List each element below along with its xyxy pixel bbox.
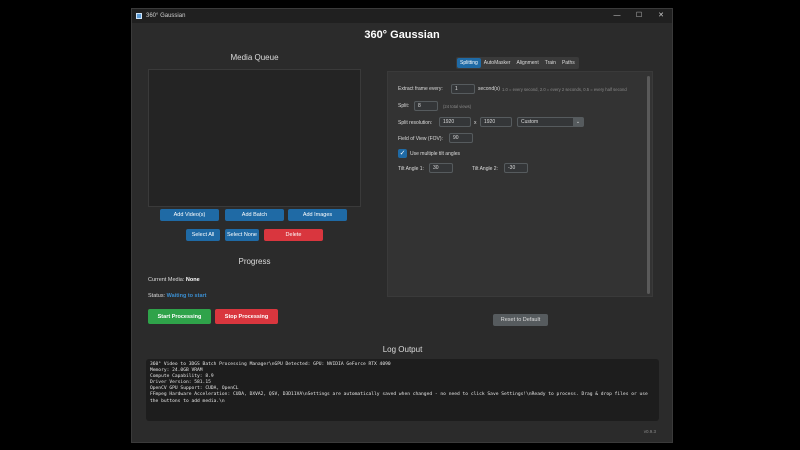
select-all-button[interactable]: Select All (186, 229, 220, 241)
tab-train[interactable]: Train (542, 58, 559, 68)
split-resolution-label: Split resolution: (398, 120, 433, 126)
fov-input[interactable]: 90 (449, 133, 473, 143)
log-output-title: Log Output (382, 345, 423, 354)
delete-button[interactable]: Delete (264, 229, 323, 241)
settings-scrollbar[interactable] (647, 76, 650, 294)
checkmark-icon: ✓ (399, 150, 406, 157)
app-window: 360° Gaussian — ☐ ✕ 360° Gaussian Media … (131, 8, 673, 443)
stop-processing-button[interactable]: Stop Processing (215, 309, 278, 324)
split-hint: (24 total views) (443, 104, 472, 109)
tab-paths[interactable]: Paths (559, 58, 578, 68)
fov-label: Field of View (FOV): (398, 136, 443, 142)
tilt-angle-1-label: Tilt Angle 1: (398, 166, 424, 172)
add-videos-button[interactable]: Add Video(s) (160, 209, 219, 221)
current-media-row: Current Media: None (148, 277, 200, 283)
version-label: v0.9.3 (643, 429, 656, 434)
title-bar: 360° Gaussian — ☐ ✕ (132, 9, 672, 23)
current-media-value: None (185, 277, 200, 283)
multi-tilt-checkbox[interactable]: ✓ (398, 149, 407, 158)
status-value: Waiting to start (166, 293, 207, 299)
window-controls: — ☐ ✕ (606, 9, 672, 23)
app-icon (136, 13, 142, 19)
tab-alignment[interactable]: Alignment (513, 58, 541, 68)
resolution-x-label: x (474, 120, 477, 126)
extract-frame-label: Extract frame every: (398, 86, 443, 92)
minimize-icon[interactable]: — (606, 9, 628, 23)
add-batch-button[interactable]: Add Batch (225, 209, 284, 221)
progress-title: Progress (238, 257, 271, 266)
tab-automasker[interactable]: AutoMasker (481, 58, 514, 68)
start-processing-button[interactable]: Start Processing (148, 309, 211, 324)
select-none-button[interactable]: Select None (225, 229, 259, 241)
log-output-box[interactable]: 360° Video to 3DGS Batch Processing Mana… (146, 359, 659, 421)
resolution-preset-select[interactable]: Custom ⌄ (517, 117, 584, 127)
tilt-angle-2-input[interactable]: -30 (504, 163, 528, 173)
current-media-label: Current Media: (148, 277, 185, 283)
add-images-button[interactable]: Add Images (288, 209, 347, 221)
tilt-angle-2-label: Tilt Angle 2: (472, 166, 498, 172)
settings-tabs: Splitting AutoMasker Alignment Train Pat… (456, 57, 579, 69)
resolution-preset-value: Custom (521, 119, 539, 125)
resolution-width-input[interactable]: 1920 (439, 117, 471, 127)
chevron-down-icon: ⌄ (573, 118, 583, 126)
resolution-height-input[interactable]: 1920 (480, 117, 512, 127)
split-input[interactable]: 8 (414, 101, 438, 111)
split-label: Split: (398, 103, 410, 109)
reset-to-default-button[interactable]: Reset to Default (493, 314, 548, 326)
app-heading: 360° Gaussian (364, 29, 440, 41)
tab-splitting[interactable]: Splitting (457, 58, 481, 68)
extract-frame-unit: second(s) (478, 86, 500, 92)
extract-frame-hint: 1.0 = every second, 2.0 = every 2 second… (502, 87, 627, 92)
multi-tilt-label: Use multiple tilt angles (410, 151, 461, 157)
close-icon[interactable]: ✕ (650, 9, 672, 23)
media-queue-title: Media Queue (230, 53, 279, 62)
status-label: Status: (148, 293, 166, 299)
window-title: 360° Gaussian (146, 13, 186, 19)
tilt-angle-1-input[interactable]: 30 (429, 163, 453, 173)
log-output-text: 360° Video to 3DGS Batch Processing Mana… (150, 362, 648, 404)
extract-frame-input[interactable]: 1 (451, 84, 475, 94)
media-queue-list[interactable] (148, 69, 361, 207)
splitting-settings-panel: Extract frame every: 1 second(s) 1.0 = e… (387, 71, 653, 297)
status-row: Status: Waiting to start (148, 293, 206, 299)
maximize-icon[interactable]: ☐ (628, 9, 650, 23)
